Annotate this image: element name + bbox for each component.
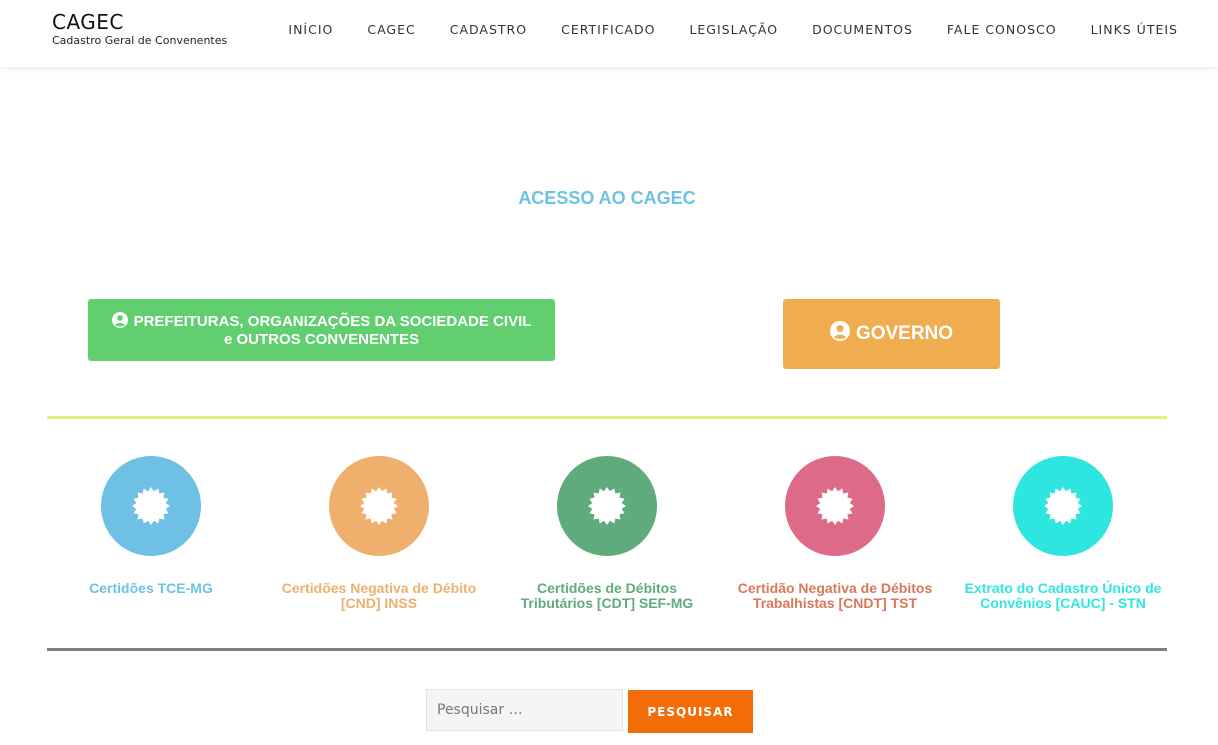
nav-cagec[interactable]: CAGEC xyxy=(367,22,415,37)
divider-bottom xyxy=(47,648,1167,651)
user-circle-icon xyxy=(829,321,850,347)
nav-cadastro[interactable]: CADASTRO xyxy=(450,22,527,37)
badge-icon xyxy=(360,487,398,525)
badge-shape xyxy=(816,487,854,525)
cert-circle[interactable] xyxy=(557,456,657,556)
badge-shape xyxy=(132,487,170,525)
badge-icon xyxy=(1044,487,1082,525)
search-button[interactable]: PESQUISAR xyxy=(628,690,753,733)
badge-shape xyxy=(360,487,398,525)
prefeituras-button[interactable]: PREFEITURAS, ORGANIZAÇÕES DA SOCIEDADE C… xyxy=(88,299,555,361)
prefeituras-label-line1: PREFEITURAS, ORGANIZAÇÕES DA SOCIEDADE C… xyxy=(133,312,532,330)
cert-label[interactable]: Certidões TCE-MG xyxy=(37,581,265,596)
brand[interactable]: CAGEC Cadastro Geral de Convenentes xyxy=(52,10,227,48)
nav-certificado[interactable]: CERTIFICADO xyxy=(561,22,655,37)
cert-label-line1: Extrato do Cadastro Único de xyxy=(964,580,1162,596)
cert-label-line2: Convênios [CAUC] - STN xyxy=(980,595,1146,611)
cert-circle[interactable] xyxy=(785,456,885,556)
cert-label-line2: [CND] INSS xyxy=(340,595,418,611)
badge-shape xyxy=(588,487,626,525)
governo-button[interactable]: GOVERNO xyxy=(783,299,1000,369)
prefeituras-label-line2: e OUTROS CONVENENTES xyxy=(223,331,420,348)
nav-documentos[interactable]: DOCUMENTOS xyxy=(812,22,913,37)
cert-label-line1: Certidões de Débitos xyxy=(536,580,678,596)
cert-label[interactable]: Extrato do Cadastro Único de Convênios [… xyxy=(949,581,1177,611)
cert-label-line1: Certidões TCE-MG xyxy=(89,580,213,596)
cert-label-line2: Trabalhistas [CNDT] TST xyxy=(752,595,918,611)
governo-label: GOVERNO xyxy=(855,323,954,344)
badge-icon xyxy=(588,487,626,525)
cert-cndt-tst[interactable]: Certidão Negativa de Débitos Trabalhista… xyxy=(721,456,949,611)
nav-legislacao[interactable]: LEGISLAÇÃO xyxy=(689,22,778,37)
cert-label-line2: Tributários [CDT] SEF-MG xyxy=(520,595,694,611)
site-header: CAGEC Cadastro Geral de Convenentes INÍC… xyxy=(0,0,1218,67)
nav-links-uteis[interactable]: LINKS ÚTEIS xyxy=(1091,22,1178,37)
cert-cnd-inss[interactable]: Certidões Negativa de Débito [CND] INSS xyxy=(265,456,493,611)
cert-label-line1: Certidão Negativa de Débitos xyxy=(737,580,933,596)
cert-label-line1: Certidões Negativa de Débito xyxy=(281,580,477,596)
site-subtitle: Cadastro Geral de Convenentes xyxy=(52,34,228,47)
cert-circle[interactable] xyxy=(329,456,429,556)
cert-label[interactable]: Certidão Negativa de Débitos Trabalhista… xyxy=(721,581,949,611)
cert-cauc-stn[interactable]: Extrato do Cadastro Único de Convênios [… xyxy=(949,456,1177,611)
nav-inicio[interactable]: INÍCIO xyxy=(288,22,333,37)
nav-fale-conosco[interactable]: FALE CONOSCO xyxy=(947,22,1057,37)
cert-cdt-sef-mg[interactable]: Certidões de Débitos Tributários [CDT] S… xyxy=(493,456,721,611)
cert-tce-mg[interactable]: Certidões TCE-MG xyxy=(37,456,265,596)
search-input[interactable] xyxy=(426,689,623,731)
main-nav: INÍCIO CAGEC CADASTRO CERTIFICADO LEGISL… xyxy=(254,0,1178,58)
cert-circle[interactable] xyxy=(1013,456,1113,556)
badge-shape xyxy=(1044,487,1082,525)
cert-label[interactable]: Certidões Negativa de Débito [CND] INSS xyxy=(265,581,493,611)
divider-top xyxy=(47,416,1167,419)
cert-label[interactable]: Certidões de Débitos Tributários [CDT] S… xyxy=(493,581,721,611)
site-title[interactable]: CAGEC xyxy=(52,10,227,34)
user-circle-icon xyxy=(111,312,128,332)
section-title: ACESSO AO CAGEC xyxy=(518,188,696,208)
cert-circle[interactable] xyxy=(101,456,201,556)
badge-icon xyxy=(132,487,170,525)
badge-icon xyxy=(816,487,854,525)
